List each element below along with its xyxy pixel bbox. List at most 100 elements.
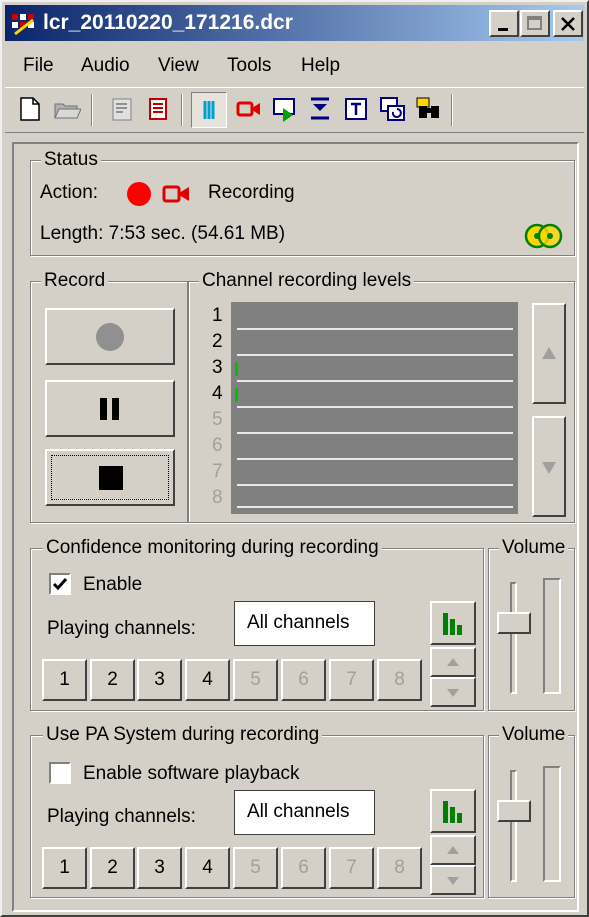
disc-icon [524,223,563,249]
text-icon [345,98,367,120]
down-marker-icon [311,97,329,120]
meter-line-4 [237,406,513,408]
meter-level-3 [235,362,238,376]
confidence-channel-2[interactable]: 2 [90,659,135,701]
menu-help[interactable]: Help [301,55,340,77]
toolbar [5,87,584,133]
confidence-channel-4[interactable]: 4 [185,659,230,701]
confidence-meter-button[interactable] [430,601,476,645]
confidence-channel-1[interactable]: 1 [42,659,87,701]
toolbar-separator [451,94,453,126]
status-group-label: Status [41,149,101,171]
record-video-button[interactable] [231,92,267,128]
channel-label-1: 1 [212,305,223,326]
pa-volume-meter [543,766,561,882]
confidence-channel-6: 6 [281,659,326,701]
pa-channel-4[interactable]: 4 [185,847,230,889]
levels-group-label: Channel recording levels [199,270,415,292]
confidence-channel-7: 7 [329,659,374,701]
up-arrow-icon [447,846,459,854]
meter-line-1 [237,328,513,330]
channel-label-6: 6 [212,435,223,456]
maximize-button[interactable] [520,10,550,37]
stop-button[interactable] [45,449,175,506]
confidence-playing-channels-field[interactable]: All channels [234,601,375,646]
toolbar-separator [181,94,183,126]
text-button[interactable] [339,92,375,128]
record-group-label: Record [41,270,109,292]
confidence-scroll-up-button[interactable] [430,647,476,677]
close-icon [561,17,575,31]
pa-scroll-down-button[interactable] [430,865,476,895]
confidence-channel-3[interactable]: 3 [137,659,182,701]
screens-button[interactable] [375,92,411,128]
confidence-volume-label: Volume [499,537,569,559]
toolbar-separator [91,94,93,126]
pa-meter-button[interactable] [430,789,476,833]
pa-channel-7: 7 [329,847,374,889]
menu-view[interactable]: View [158,55,199,77]
pa-volume-label: Volume [499,724,569,746]
marker-button[interactable] [303,92,339,128]
channel-label-7: 7 [212,461,223,482]
pa-channel-1[interactable]: 1 [42,847,87,889]
confidence-volume-slider[interactable] [497,612,531,634]
pa-volume-slider[interactable] [497,800,531,822]
record-button[interactable] [45,308,175,365]
recording-mode-icon [203,101,215,119]
record-circle-icon [96,323,124,351]
menu-bar: File Audio View Tools Help [5,43,584,79]
action-label: Action: [40,182,99,203]
meter-level-4 [235,388,238,402]
confidence-channel-8: 8 [377,659,422,701]
pa-enable-label[interactable]: Enable software playback [83,763,300,785]
recording-mode-button[interactable] [191,92,227,128]
meter-line-3 [237,380,513,382]
close-button[interactable] [553,10,583,37]
pa-scroll-up-button[interactable] [430,835,476,865]
confidence-scroll-down-button[interactable] [430,677,476,707]
notes-icon [149,98,167,120]
pause-icon [100,398,119,420]
pause-button[interactable] [45,380,175,437]
pa-volume-track [510,770,517,882]
scroll-down-button[interactable] [532,416,566,517]
playback-button[interactable] [267,92,303,128]
channel-label-3: 3 [212,357,223,378]
search-button[interactable] [411,92,447,128]
menu-audio[interactable]: Audio [81,55,130,77]
pa-channel-3[interactable]: 3 [137,847,182,889]
pa-channel-6: 6 [281,847,326,889]
level-meter [231,302,518,514]
pa-group-label: Use PA System during recording [43,724,323,746]
title-bar[interactable]: lcr_20110220_171216.dcr [5,5,584,41]
confidence-enable-checkbox[interactable] [49,573,71,595]
record-dot-icon [127,182,151,206]
menu-file[interactable]: File [23,55,54,77]
confidence-enable-label[interactable]: Enable [83,574,142,596]
new-button[interactable] [13,92,49,128]
pa-channel-8: 8 [377,847,422,889]
minimize-button[interactable] [489,10,519,37]
length-text: Length: 7:53 sec. (54.61 MB) [40,223,286,244]
confidence-volume-track [510,582,517,694]
meter-line-6 [237,458,513,460]
pa-channel-2[interactable]: 2 [90,847,135,889]
pa-enable-checkbox[interactable] [49,762,71,784]
confidence-playing-label: Playing channels: [47,618,196,639]
scroll-up-button[interactable] [532,303,566,404]
meter-line-8 [237,506,513,508]
camera-record-icon [162,185,189,203]
pa-playing-channels-field[interactable]: All channels [234,790,375,835]
action-value: Recording [208,182,295,203]
menu-tools[interactable]: Tools [227,55,271,77]
maximize-icon [527,16,542,30]
checkmark-icon [52,578,68,591]
properties-button[interactable] [105,92,141,128]
meter-line-7 [237,484,513,486]
app-icon[interactable] [11,12,37,36]
open-folder-icon [54,103,81,119]
stop-icon [99,466,123,490]
notes-button[interactable] [141,92,177,128]
open-button[interactable] [49,92,85,128]
